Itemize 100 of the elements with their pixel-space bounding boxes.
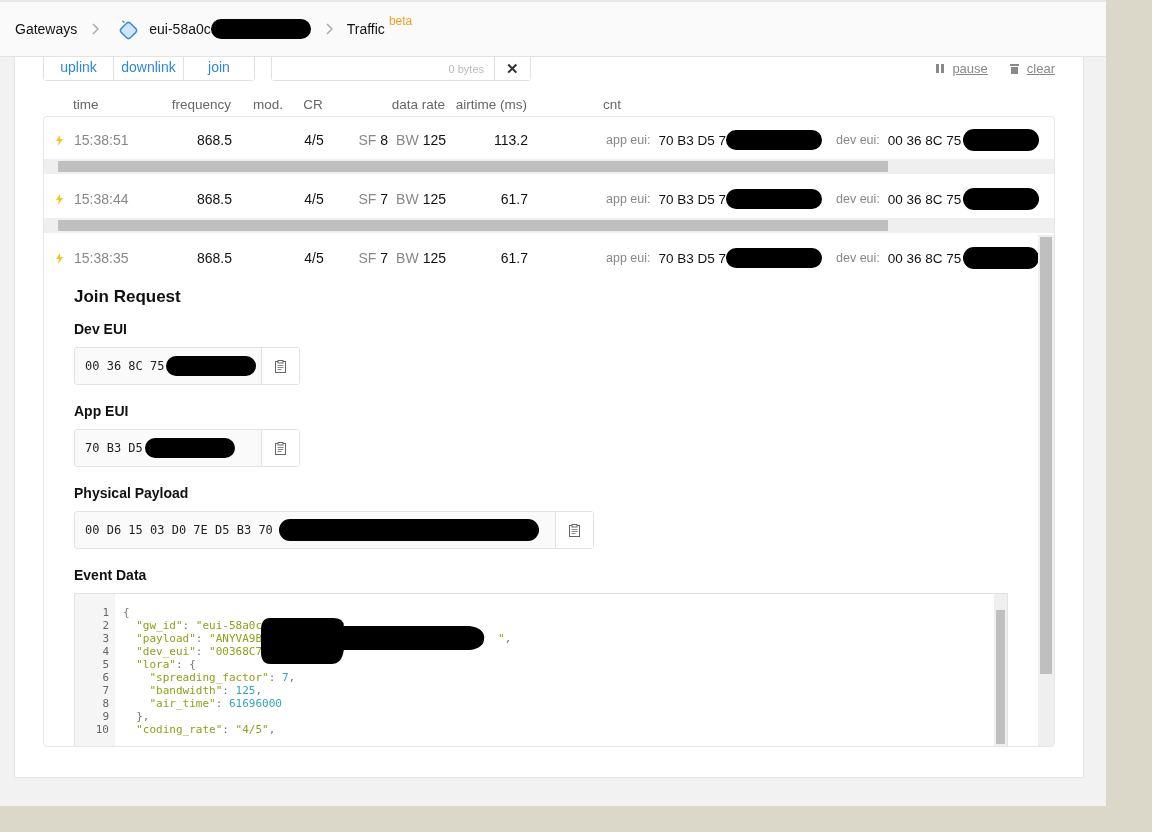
scrollbar[interactable] — [1038, 235, 1054, 746]
app-eui-value: 70 B3 D5 7 — [658, 250, 727, 266]
bw-value: 125 — [422, 250, 446, 266]
clipboard-icon — [275, 441, 286, 455]
dev-eui-label: dev eui: — [836, 192, 880, 206]
bw-label: BW — [396, 191, 419, 207]
field-value: 00 D6 15 03 D0 7E D5 B3 70 — [85, 523, 273, 537]
line-number: 3 — [101, 632, 109, 645]
column-header: airtime (ms) — [454, 96, 527, 112]
code-punctuation: : — [195, 632, 204, 645]
line-number: 6 — [101, 671, 109, 684]
action-link[interactable]: pause — [952, 61, 988, 76]
column-header: CR — [302, 96, 324, 112]
code-punctuation: , — [268, 723, 276, 736]
code-punctuation: , — [288, 671, 296, 684]
field-value: 00 36 8C 75 — [85, 359, 165, 373]
filter-button[interactable]: uplink — [44, 57, 114, 80]
copy-button[interactable] — [261, 430, 299, 466]
lightning-icon — [55, 252, 63, 264]
time-cell-text: 15:38:44 — [74, 191, 130, 207]
code-string: "ANYVA9B — [209, 632, 263, 645]
column-header: mod. — [252, 96, 284, 112]
code-key: "spreading_factor" — [123, 671, 269, 684]
column-header: time — [73, 96, 100, 112]
lightning-icon — [55, 193, 63, 205]
code-punctuation: : — [222, 684, 230, 697]
copy-button[interactable] — [261, 348, 299, 384]
code-punctuation: , — [255, 684, 263, 697]
code-number: 125 — [235, 684, 256, 697]
column-header: cnt — [602, 96, 622, 112]
breadcrumb-link[interactable]: eui-58a0c — [149, 21, 211, 37]
scrollbar[interactable] — [994, 594, 1007, 746]
trash-icon — [1009, 63, 1019, 74]
code-key: "air_time" — [123, 697, 216, 710]
code-number: 61696000 — [228, 697, 282, 710]
dev-eui-value: 00 36 8C 75 — [887, 191, 962, 207]
field-value: 70 B3 D5 — [85, 441, 143, 455]
app-eui-label: app eui: — [606, 192, 651, 206]
sf-label: SF — [358, 250, 377, 266]
app-eui-label: app eui: — [606, 251, 651, 265]
dev-eui-value: 00 36 8C 75 — [887, 132, 962, 148]
dev-eui-label: dev eui: — [836, 133, 880, 147]
airtime-cell-text: 61.7 — [499, 250, 528, 266]
breadcrumb-link[interactable]: Gateways — [15, 21, 78, 37]
frequency-cell-text: 868.5 — [195, 191, 232, 207]
beta-label: beta — [388, 14, 413, 28]
column-header: frequency — [170, 96, 231, 112]
pause-icon — [936, 64, 945, 73]
chevron-icon — [324, 23, 333, 35]
code-punctuation: : — [222, 723, 230, 736]
chevron-icon — [91, 23, 100, 35]
field-label: Event Data — [74, 567, 148, 583]
code-punctuation: , — [504, 632, 512, 645]
airtime-cell-text: 61.7 — [499, 191, 528, 207]
scrollbar[interactable] — [44, 218, 1054, 233]
dev-eui-value: 00 36 8C 75 — [887, 250, 962, 266]
code-string: " — [498, 632, 505, 645]
code-key: "dev_eui" — [123, 645, 196, 658]
clipboard-icon — [569, 523, 580, 537]
cr-cell-text: 4/5 — [303, 132, 325, 148]
bw-value: 125 — [422, 132, 446, 148]
bw-value: 125 — [422, 191, 446, 207]
code-punctuation: : — [215, 697, 224, 710]
code-key: "bandwidth" — [123, 684, 223, 697]
line-number: 4 — [101, 645, 109, 658]
dev-eui-label: dev eui: — [836, 251, 880, 265]
airtime-cell-text: 113.2 — [493, 132, 528, 148]
code-punctuation: { — [123, 606, 130, 619]
bw-label: BW — [396, 132, 419, 148]
app-eui-value: 70 B3 D5 7 — [658, 191, 727, 207]
code-punctuation: : { — [176, 658, 196, 671]
lightning-icon — [55, 134, 63, 146]
line-number: 9 — [101, 710, 109, 723]
line-number: 10 — [94, 723, 109, 736]
code-punctuation: : — [195, 645, 204, 658]
code-key: "gw_id" — [123, 619, 183, 632]
time-cell-text: 15:38:35 — [74, 250, 130, 266]
cr-cell-text: 4/5 — [303, 250, 325, 266]
field-label: Dev EUI — [74, 321, 128, 337]
code-string: "4/5" — [235, 723, 269, 736]
code-string: "eui-58a0c — [195, 619, 263, 632]
frequency-cell-text: 868.5 — [195, 132, 232, 148]
time-cell-text: 15:38:51 — [74, 132, 130, 148]
bw-label: BW — [396, 250, 419, 266]
copy-button[interactable] — [555, 512, 593, 548]
sf-label: SF — [358, 132, 377, 148]
frequency-cell-text: 868.5 — [195, 250, 232, 266]
action-link[interactable]: clear — [1026, 61, 1055, 76]
code-punctuation: : — [268, 671, 277, 684]
sf-label: SF — [358, 191, 377, 207]
line-number: 5 — [101, 658, 109, 671]
sf-value: 8 — [380, 132, 389, 148]
line-number: 2 — [101, 619, 109, 632]
code-punctuation: : — [182, 619, 191, 632]
field-label: App EUI — [74, 403, 130, 419]
code-key: "lora" — [123, 658, 176, 671]
line-number: 7 — [101, 684, 109, 697]
code-key: "coding_rate" — [123, 723, 223, 736]
scrollbar[interactable] — [44, 159, 1054, 174]
cr-cell-text: 4/5 — [303, 191, 325, 207]
